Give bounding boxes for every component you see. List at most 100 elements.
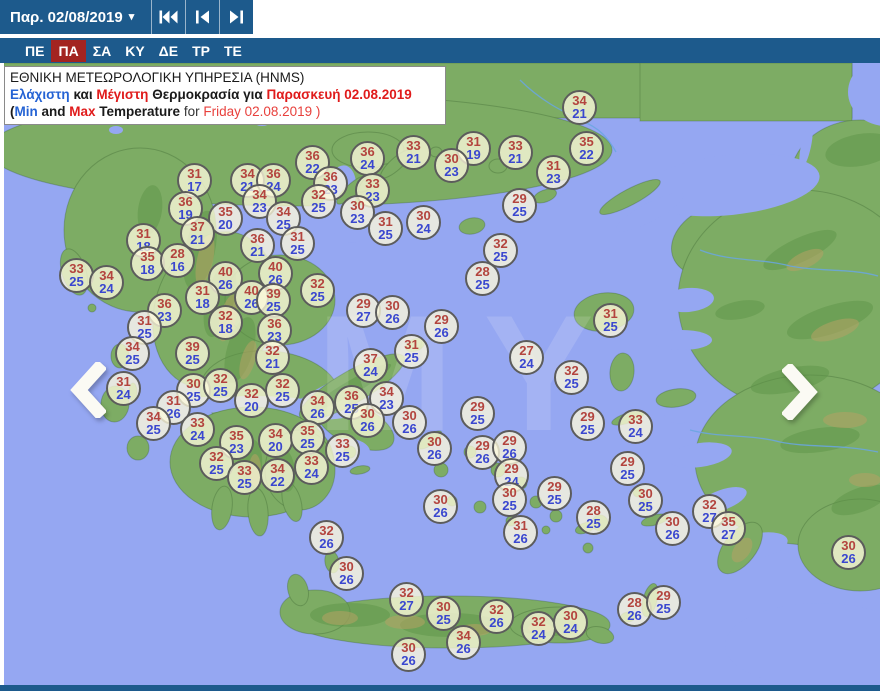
header-text-segment: for — [180, 104, 204, 119]
day-tab-ΠΕ[interactable]: ΠΕ — [18, 40, 51, 62]
station-bubble: 32 25 — [300, 273, 335, 308]
header-text-segment: Min — [14, 104, 38, 119]
map-title-box: ΕΘΝΙΚΗ ΜΕΤΕΩΡΟΛΟΓΙΚΗ ΥΠΗΡΕΣΙΑ (HNMS) Ελά… — [4, 66, 446, 125]
min-temp: 25 — [310, 288, 325, 304]
min-temp: 26 — [434, 324, 449, 340]
min-temp: 23 — [444, 163, 459, 179]
hnms-temperature-page: Παρ. 02/08/2019 ▾ ΠΕ ΠΑ ΣΑ ΚΥ ΔΕ ΤΡ ΤΕ Μ… — [0, 0, 880, 691]
station-bubble: 32 26 — [309, 520, 344, 555]
min-temp: 24 — [116, 386, 131, 402]
station-bubble: 27 24 — [509, 340, 544, 375]
station-bubble: 31 25 — [368, 211, 403, 246]
station-bubble: 33 24 — [180, 412, 215, 447]
header-text-segment: και — [69, 87, 97, 102]
day-tab-ΣΑ[interactable]: ΣΑ — [86, 40, 119, 62]
min-temp: 24 — [519, 355, 534, 371]
date-dropdown[interactable]: Παρ. 02/08/2019 ▾ — [0, 0, 151, 34]
min-temp: 21 — [572, 105, 587, 121]
min-temp: 26 — [310, 405, 325, 421]
previous-day-button[interactable] — [185, 0, 219, 34]
min-temp: 25 — [213, 383, 228, 399]
station-bubble: 33 25 — [227, 460, 262, 495]
min-temp: 27 — [721, 526, 736, 542]
min-temp: 23 — [350, 210, 365, 226]
station-bubble: 33 21 — [396, 135, 431, 170]
next-map-arrow[interactable] — [780, 361, 818, 425]
station-bubble: 34 22 — [260, 458, 295, 493]
min-temp: 25 — [185, 351, 200, 367]
header-line2: Ελάχιστη και Μέγιστη Θερμοκρασία για Παρ… — [10, 86, 440, 103]
skip-first-button[interactable] — [151, 0, 185, 34]
day-tab-ΤΕ[interactable]: ΤΕ — [217, 40, 249, 62]
previous-map-arrow[interactable] — [70, 359, 108, 423]
day-tab-ΠΑ[interactable]: ΠΑ — [51, 39, 86, 62]
min-temp: 25 — [638, 498, 653, 514]
min-temp: 24 — [360, 156, 375, 172]
min-temp: 26 — [665, 526, 680, 542]
header-text-segment: Friday 02.08.2019 ) — [203, 104, 321, 119]
station-bubble: 32 24 — [521, 611, 556, 646]
min-temp: 22 — [270, 473, 285, 489]
station-bubble: 30 26 — [423, 489, 458, 524]
current-date-label: Παρ. 02/08/2019 — [10, 8, 123, 26]
station-bubble: 34 25 — [136, 406, 171, 441]
min-temp: 25 — [311, 199, 326, 215]
min-temp: 26 — [627, 607, 642, 623]
day-tab-ΤΡ[interactable]: ΤΡ — [185, 40, 217, 62]
station-bubble: 35 27 — [711, 511, 746, 546]
min-temp: 27 — [399, 597, 414, 613]
station-bubble: 30 26 — [350, 403, 385, 438]
station-bubble: 31 25 — [593, 303, 628, 338]
station-bubble: 37 24 — [353, 348, 388, 383]
min-temp: 24 — [416, 220, 431, 236]
min-temp: 25 — [404, 349, 419, 365]
min-temp: 26 — [385, 310, 400, 326]
min-temp: 25 — [493, 248, 508, 264]
day-tab-ΚΥ[interactable]: ΚΥ — [118, 40, 151, 62]
station-bubble: 32 20 — [234, 383, 269, 418]
station-bubble: 30 24 — [553, 605, 588, 640]
min-temp: 25 — [502, 497, 517, 513]
min-temp: 25 — [290, 241, 305, 257]
station-bubble: 30 26 — [417, 431, 452, 466]
station-bubble: 34 26 — [446, 625, 481, 660]
station-bubble: 31 23 — [536, 155, 571, 190]
min-temp: 20 — [244, 398, 259, 414]
min-temp: 25 — [378, 226, 393, 242]
header-text-segment: Μέγιστη — [96, 87, 149, 102]
min-temp: 20 — [268, 438, 283, 454]
min-temp: 23 — [252, 199, 267, 215]
header-text-segment: Temperature — [95, 104, 181, 119]
station-bubble: 36 24 — [350, 141, 385, 176]
min-temp: 25 — [603, 318, 618, 334]
min-temp: 24 — [563, 620, 578, 636]
station-bubble: 30 25 — [628, 483, 663, 518]
station-bubble: 29 25 — [610, 451, 645, 486]
min-temp: 24 — [628, 424, 643, 440]
min-temp: 26 — [360, 418, 375, 434]
min-temp: 24 — [190, 427, 205, 443]
station-bubble: 32 18 — [208, 305, 243, 340]
station-bubble: 28 16 — [160, 243, 195, 278]
date-toolbar: Παρ. 02/08/2019 ▾ — [0, 0, 253, 34]
agency-title: ΕΘΝΙΚΗ ΜΕΤΕΩΡΟΛΟΓΙΚΗ ΥΠΗΡΕΣΙΑ (HNMS) — [10, 70, 305, 85]
min-temp: 18 — [218, 320, 233, 336]
min-temp: 21 — [250, 243, 265, 259]
station-bubble: 29 25 — [537, 476, 572, 511]
station-bubble: 28 25 — [576, 500, 611, 535]
next-day-button[interactable] — [219, 0, 253, 34]
day-tab-ΔΕ[interactable]: ΔΕ — [152, 40, 185, 62]
min-temp: 25 — [586, 515, 601, 531]
header-text-segment: and — [37, 104, 70, 119]
min-temp: 18 — [140, 261, 155, 277]
skip-first-icon — [159, 10, 178, 24]
min-temp: 21 — [265, 355, 280, 371]
station-bubble: 34 20 — [258, 423, 293, 458]
min-temp: 25 — [656, 600, 671, 616]
min-temp: 26 — [456, 640, 471, 656]
min-temp: 25 — [564, 375, 579, 391]
header-text-segment: Παρασκευή 02.08.2019 — [266, 87, 412, 102]
min-temp: 26 — [841, 550, 856, 566]
min-temp: 25 — [547, 491, 562, 507]
min-temp: 22 — [579, 146, 594, 162]
